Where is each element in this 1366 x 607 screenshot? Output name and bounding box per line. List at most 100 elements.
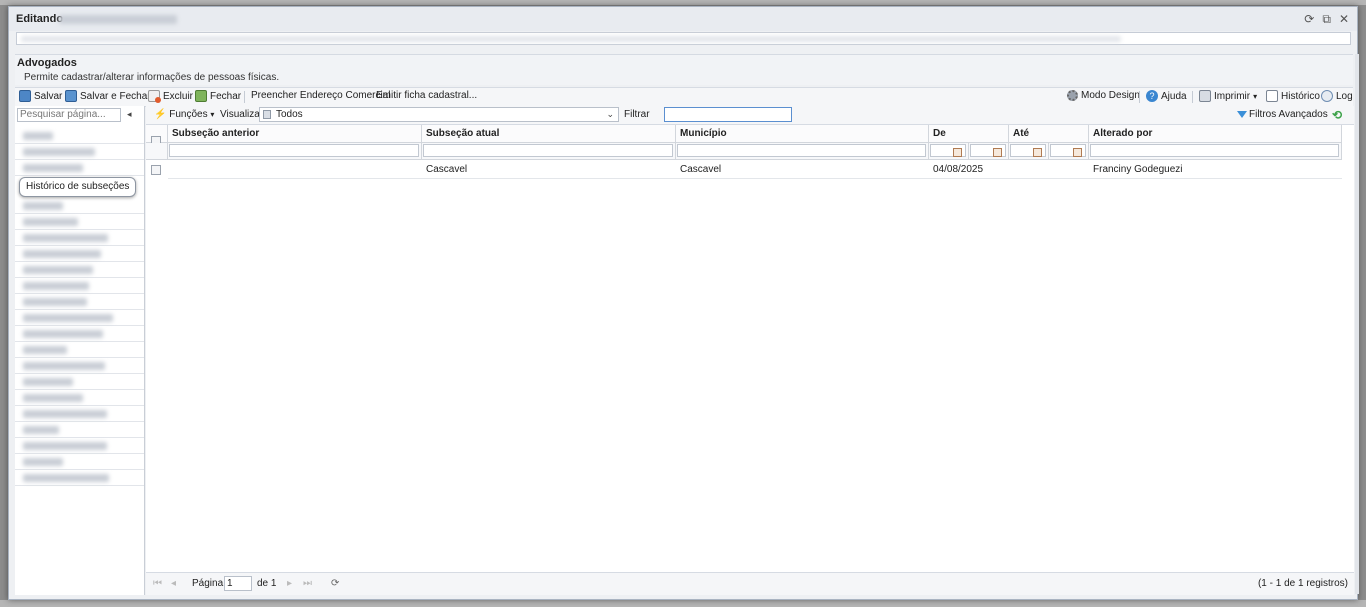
- log-icon: [1321, 90, 1333, 102]
- save-icon: [19, 90, 31, 102]
- cell-municipio: Cascavel: [676, 161, 929, 179]
- calendar-icon[interactable]: [993, 148, 1002, 157]
- sidebar-item[interactable]: [15, 294, 144, 310]
- fill-address-button[interactable]: Preencher Endereço Comercial: [251, 90, 391, 101]
- cell-subsecao-anterior: [168, 161, 422, 179]
- emit-form-button[interactable]: Emitir ficha cadastral...: [376, 90, 477, 101]
- sidebar-item[interactable]: [15, 246, 144, 262]
- save-close-icon: [65, 90, 77, 102]
- column-header[interactable]: Até: [1009, 125, 1089, 143]
- edit-dialog: Editando ⟳ ⧉ ✕ Advogados Permite cadastr…: [8, 6, 1359, 600]
- background-strip-bottom: [0, 600, 1366, 607]
- page-count-label: de 1: [257, 578, 277, 589]
- refresh-grid-icon[interactable]: ⟲: [1332, 108, 1342, 122]
- help-button[interactable]: ? Ajuda: [1146, 90, 1187, 102]
- sidebar-item[interactable]: [15, 230, 144, 246]
- dialog-title: Editando: [16, 13, 64, 25]
- main-toolbar: Salvar Salvar e Fechar Excluir Fechar Pr…: [15, 87, 1353, 107]
- calendar-icon[interactable]: [1073, 148, 1082, 157]
- design-mode-button[interactable]: Modo Design: [1067, 90, 1140, 101]
- sidebar-item[interactable]: [15, 358, 144, 374]
- page-title: Advogados: [17, 57, 77, 69]
- pager: ⏮ ◂ Página 1 de 1 ▸ ⏭ ⟳ (1 - 1 de 1 regi…: [146, 572, 1354, 595]
- page-sidebar: Pesquisar página... ◂ Histórico de subse…: [15, 106, 145, 595]
- page-description: Permite cadastrar/alterar informações de…: [24, 72, 280, 83]
- delete-button[interactable]: Excluir: [148, 90, 193, 103]
- last-page-icon[interactable]: ⏭: [303, 578, 312, 589]
- sidebar-item[interactable]: [15, 326, 144, 342]
- redacted-record-name: [59, 15, 177, 24]
- filter-field[interactable]: [1090, 144, 1339, 157]
- date-filter-field[interactable]: [1010, 144, 1046, 157]
- filter-field[interactable]: [677, 144, 926, 157]
- save-button[interactable]: Salvar: [19, 90, 62, 102]
- prev-page-icon[interactable]: ◂: [171, 578, 176, 589]
- print-button[interactable]: Imprimir ▾: [1199, 90, 1257, 102]
- next-page-icon[interactable]: ▸: [287, 578, 292, 589]
- sidebar-item[interactable]: [15, 262, 144, 278]
- sidebar-item[interactable]: [15, 128, 144, 144]
- funnel-icon: [1237, 110, 1247, 118]
- chevron-down-icon: ▾: [210, 110, 215, 119]
- sidebar-item[interactable]: [15, 278, 144, 294]
- column-header[interactable]: Município: [676, 125, 929, 143]
- view-label: Visualizar: [220, 109, 264, 120]
- cell-subsecao-atual: Cascavel: [422, 161, 676, 179]
- save-close-button[interactable]: Salvar e Fechar: [65, 90, 151, 102]
- column-header[interactable]: Subseção atual: [422, 125, 676, 143]
- cell-alterado-por: Franciny Godeguezi: [1089, 161, 1342, 179]
- close-icon[interactable]: ✕: [1339, 12, 1349, 27]
- popout-icon[interactable]: ⧉: [1322, 12, 1331, 27]
- sidebar-item-historico-subsecoes[interactable]: Histórico de subseções: [19, 177, 137, 197]
- date-filter-field[interactable]: [1050, 144, 1086, 157]
- sidebar-item[interactable]: [15, 390, 144, 406]
- page-label: Página: [192, 578, 224, 589]
- sidebar-item[interactable]: [15, 438, 144, 454]
- advanced-filters-button[interactable]: Filtros Avançados: [1237, 109, 1328, 120]
- chevron-down-icon: ▾: [1253, 91, 1258, 101]
- reload-icon[interactable]: ⟳: [331, 578, 339, 589]
- background-strip: [0, 0, 1366, 5]
- sidebar-item[interactable]: [15, 310, 144, 326]
- sidebar-item[interactable]: [15, 470, 144, 486]
- sidebar-item[interactable]: [15, 406, 144, 422]
- sidebar-item[interactable]: [15, 342, 144, 358]
- close-button[interactable]: Fechar: [195, 90, 241, 102]
- chevron-left-icon[interactable]: ◂: [127, 109, 132, 120]
- gear-icon: [1067, 90, 1078, 101]
- date-filter-field[interactable]: [930, 144, 966, 157]
- filter-input[interactable]: [664, 107, 792, 122]
- row-checkbox[interactable]: [151, 165, 161, 175]
- filter-field[interactable]: [169, 144, 419, 157]
- chevron-down-icon: ⌄: [606, 109, 614, 119]
- first-page-icon[interactable]: ⏮: [153, 578, 162, 589]
- column-header[interactable]: De: [929, 125, 1009, 143]
- sidebar-search-input[interactable]: Pesquisar página...: [17, 108, 121, 122]
- sidebar-item[interactable]: [15, 454, 144, 470]
- sidebar-item[interactable]: [15, 144, 144, 160]
- functions-menu[interactable]: ⚡ Funções ▾: [154, 109, 214, 120]
- filter-label: Filtrar: [624, 109, 650, 120]
- filter-field[interactable]: [423, 144, 673, 157]
- sidebar-item[interactable]: [15, 198, 144, 214]
- sidebar-item[interactable]: [15, 214, 144, 230]
- column-header[interactable]: Subseção anterior: [168, 125, 422, 143]
- grid-toolbar: ⚡ Funções ▾ Visualizar Todos ⌄ Filtrar F…: [146, 106, 1354, 125]
- list-icon: [263, 110, 271, 119]
- history-button[interactable]: Histórico: [1266, 90, 1320, 102]
- log-button[interactable]: Log: [1321, 90, 1353, 102]
- cell-de: 04/08/2025: [929, 161, 1009, 179]
- calendar-icon[interactable]: [1033, 148, 1042, 157]
- refresh-icon[interactable]: ⟳: [1304, 12, 1314, 27]
- column-header[interactable]: Alterado por: [1089, 125, 1342, 143]
- sidebar-item[interactable]: [15, 160, 144, 176]
- lightning-icon: ⚡: [154, 109, 167, 120]
- table-row[interactable]: Cascavel Cascavel 04/08/2025 Franciny Go…: [146, 161, 1342, 179]
- view-select[interactable]: Todos ⌄: [259, 107, 619, 122]
- page-number-input[interactable]: 1: [224, 576, 252, 591]
- sidebar-item[interactable]: [15, 422, 144, 438]
- calendar-icon[interactable]: [953, 148, 962, 157]
- date-filter-field[interactable]: [970, 144, 1006, 157]
- sidebar-item[interactable]: [15, 374, 144, 390]
- vertical-scrollbar[interactable]: [1355, 54, 1359, 594]
